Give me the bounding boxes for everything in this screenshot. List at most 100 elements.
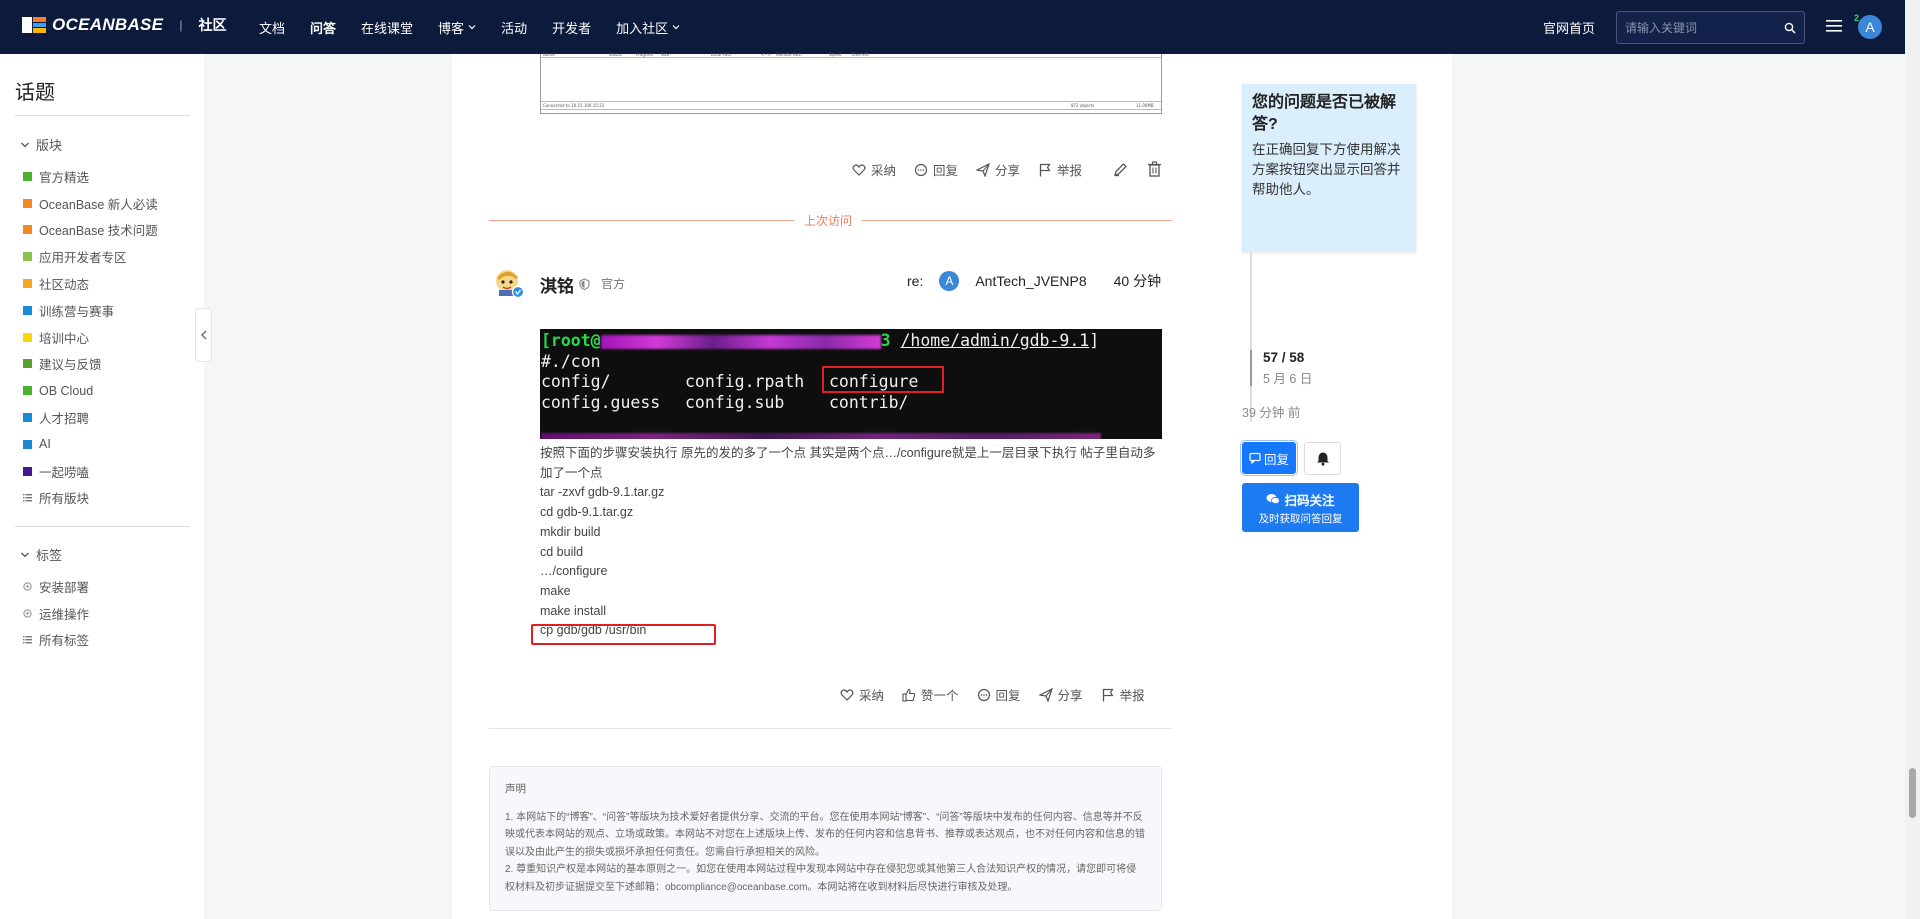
post-body: 按照下面的步骤安装执行 原先的发的多了一个点 其实是两个点…/configure…: [540, 444, 1162, 641]
reply-prefix: re:: [907, 273, 924, 289]
nav-item[interactable]: 问答: [310, 18, 336, 37]
action-report-button[interactable]: 举报: [1038, 160, 1082, 179]
sidebar-board-item[interactable]: 训练营与赛事: [23, 297, 158, 324]
board-color-swatch: [23, 413, 32, 423]
notification-bell-button[interactable]: [1304, 442, 1341, 475]
action-accept-button[interactable]: 采纳: [852, 160, 896, 179]
nav-item[interactable]: 在线课堂: [361, 18, 413, 37]
sidebar-board-item[interactable]: 社区动态: [23, 270, 158, 297]
action-label: 分享: [995, 164, 1021, 178]
nav-item-label: 在线课堂: [361, 20, 414, 36]
post-command-line: mkdir build: [540, 524, 601, 539]
sidebar-board-item[interactable]: 一起唠嗑: [23, 458, 158, 485]
configure-highlight-box: [822, 366, 944, 393]
board-color-swatch: [23, 386, 32, 396]
reply-to-user[interactable]: AntTech_JVENP8: [975, 273, 1086, 289]
screenshot-column-header: Name: [543, 52, 555, 57]
flag-icon: [1039, 163, 1051, 176]
delete-icon[interactable]: [1147, 161, 1162, 177]
reply-bubble-icon: [977, 688, 990, 701]
search-icon[interactable]: [1784, 22, 1796, 34]
edit-icon[interactable]: [1113, 162, 1128, 177]
sidebar-board-item[interactable]: OceanBase 新人必读: [23, 190, 158, 217]
board-label: OceanBase 新人必读: [39, 197, 158, 212]
sidebar-tag-item[interactable]: 运维操作: [23, 600, 89, 627]
author-avatar[interactable]: [494, 268, 524, 298]
post-time[interactable]: 40 分钟: [1114, 271, 1161, 291]
timeline-handle[interactable]: [1250, 350, 1252, 386]
terminal-prompt-path: /home/admin/gdb-9.1: [900, 331, 1090, 350]
sidebar-board-item[interactable]: AI: [23, 431, 158, 458]
all-boards-label: 所有版块: [39, 492, 90, 507]
nav-item[interactable]: 开发者: [552, 18, 591, 37]
sidebar-board-item[interactable]: 人才招聘: [23, 404, 158, 431]
tip-body: 在正确回复下方使用解决方案按钮突出显示回答并帮助他人。: [1252, 142, 1401, 197]
tag-label: 安装部署: [39, 580, 90, 595]
tag-label: 运维操作: [39, 607, 90, 622]
chevron-down-icon: [21, 142, 29, 147]
sidebar-title: 话题: [15, 82, 55, 104]
post-command-line: cd gdb-9.1.tar.gz: [540, 505, 634, 520]
action-reply-button[interactable]: 回复: [977, 685, 1021, 704]
search-box[interactable]: [1616, 11, 1805, 44]
scrollbar-thumb[interactable]: [1909, 768, 1916, 818]
nav-item[interactable]: 博客: [438, 18, 476, 37]
official-site-link[interactable]: 官网首页: [1543, 18, 1595, 37]
action-like-button[interactable]: 赞一个: [902, 685, 959, 704]
action-report-button[interactable]: 举报: [1101, 685, 1145, 704]
oceanbase-logo-icon: [22, 15, 46, 35]
community-label[interactable]: 社区: [198, 15, 226, 35]
topic-timeline-track[interactable]: [1250, 252, 1252, 422]
sidebar-tag-item[interactable]: 安装部署: [23, 573, 89, 600]
hamburger-menu-icon[interactable]: [1826, 19, 1842, 33]
search-input[interactable]: [1625, 20, 1775, 35]
reply-button[interactable]: 回复: [1242, 442, 1296, 474]
disclaimer-title: 声明: [505, 783, 526, 795]
post-author-name[interactable]: 淇铭: [540, 272, 574, 297]
sidebar-board-item[interactable]: 培训中心: [23, 324, 158, 351]
sidebar-collapse-button[interactable]: [195, 308, 212, 362]
nav-item[interactable]: 活动: [501, 18, 527, 37]
sidebar-board-item[interactable]: 官方精选: [23, 163, 158, 190]
chevron-down-icon: [672, 25, 680, 30]
sidebar-board-item[interactable]: OB Cloud: [23, 377, 158, 404]
top-navbar: OCEANBASE | 社区 文档 问答 在线课堂 博客 活动 开发者 加入社区 官网首页 …: [0, 0, 1905, 54]
screenshot-column-header: Remote Path: [776, 52, 802, 57]
sidebar-all-boards[interactable]: 所有版块: [23, 485, 158, 512]
share-icon: [976, 162, 990, 177]
post-intro-text: 按照下面的步骤安装执行 原先的发的多了一个点 其实是两个点…/configure…: [540, 446, 1156, 480]
board-color-swatch: [23, 332, 32, 342]
flag-icon: [1102, 688, 1114, 701]
tags-section-toggle[interactable]: 标签: [20, 545, 62, 564]
page-scrollbar[interactable]: [1905, 0, 1920, 919]
reply-to-avatar[interactable]: A: [939, 271, 960, 291]
action-share-button[interactable]: 分享: [1038, 685, 1083, 704]
screenshot-status-mid: 872 objects: [1071, 103, 1095, 108]
post-command-line: tar -zxvf gdb-9.1.tar.gz: [540, 485, 665, 500]
action-accept-button[interactable]: 采纳: [840, 685, 884, 704]
chevron-down-icon: [21, 552, 29, 557]
nav-item[interactable]: 文档: [259, 18, 285, 37]
redacted-line: [541, 432, 1101, 439]
oceanbase-logo[interactable]: OCEANBASE | 社区: [22, 15, 226, 35]
board-label: OceanBase 技术问题: [39, 224, 158, 239]
action-label: 赞一个: [921, 689, 959, 703]
board-label: 官方精选: [39, 170, 90, 185]
post-divider: [489, 728, 1172, 729]
heart-icon: [840, 688, 854, 701]
action-share-button[interactable]: 分享: [976, 160, 1020, 179]
action-reply-button[interactable]: 回复: [914, 160, 958, 179]
wechat-follow-button[interactable]: 扫码关注 及时获取问答回复: [1242, 483, 1359, 532]
redacted-hostname: [600, 334, 881, 349]
sidebar-board-item[interactable]: 建议与反馈: [23, 351, 158, 378]
sidebar-board-item[interactable]: 应用开发者专区: [23, 243, 158, 270]
boards-section-toggle[interactable]: 版块: [20, 135, 62, 154]
board-color-swatch: [23, 171, 32, 181]
left-sidebar: 话题 版块 官方精选 OceanBase 新人必读 OceanBase 技术问题应用…: [0, 54, 204, 919]
previous-post-actions: 采纳 回复 分享 举报: [852, 160, 1100, 179]
nav-item[interactable]: 加入社区: [616, 18, 680, 37]
sidebar-board-item[interactable]: OceanBase 技术问题: [23, 217, 158, 244]
sidebar-all-tags[interactable]: 所有标签: [23, 627, 89, 654]
timeline-last-activity[interactable]: 39 分钟 前: [1242, 402, 1300, 421]
user-avatar[interactable]: A: [1858, 15, 1882, 39]
